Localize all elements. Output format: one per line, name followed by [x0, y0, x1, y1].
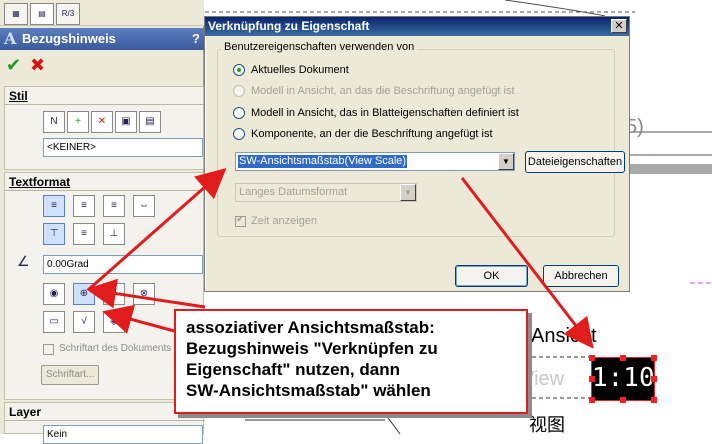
align-right-icon[interactable]: ≡ [103, 195, 125, 217]
selection-handle[interactable] [589, 397, 595, 403]
dialog-title-bar[interactable]: Verknüpfung zu Eigenschaft ✕ [205, 17, 629, 36]
file-properties-button[interactable]: Dateieigenschaften [525, 151, 625, 173]
style-select[interactable]: <KEINER> [43, 138, 203, 157]
dialog-close-button[interactable]: ✕ [611, 19, 627, 33]
manager-tabstrip: ▦ ▤ R/3 [0, 0, 204, 26]
ok-button[interactable]: OK [455, 265, 528, 287]
doc-font-checkbox[interactable] [43, 344, 54, 355]
font-button[interactable]: Schriftart... [41, 365, 100, 385]
fit-text-icon[interactable]: ⇔ [133, 195, 155, 217]
lock-note-icon[interactable]: ⊗ [133, 283, 155, 305]
radio-attached-model[interactable] [233, 85, 245, 97]
selection-handle[interactable] [620, 397, 626, 403]
pm-title: Bezugshinweis [22, 31, 116, 46]
stil-group: Stil N + ✕ ▣ ▤ <KEINER> [4, 86, 205, 170]
pm-header: A Bezugshinweis ? [0, 28, 204, 50]
align-left-icon[interactable]: ≡ [43, 195, 65, 217]
date-format-select[interactable]: Langes Datumsformat ▼ [235, 183, 417, 202]
radio-current-document[interactable] [233, 64, 245, 76]
style-new-icon[interactable]: N [43, 111, 65, 133]
valign-top-icon[interactable]: ⊤ [43, 223, 65, 245]
radio-attached-model-label[interactable]: Modell in Ansicht, an das die Beschriftu… [251, 85, 515, 97]
radio-component[interactable] [233, 128, 245, 140]
selection-handle[interactable] [651, 355, 657, 361]
tab-configuration-label: R/3 [61, 9, 75, 18]
radio-sheet-model[interactable] [233, 107, 245, 119]
angle-icon: ∠ [17, 253, 30, 269]
dialog-title: Verknüpfung zu Eigenschaft [208, 19, 370, 33]
radio-current-document-label[interactable]: Aktuelles Dokument [251, 64, 349, 76]
help-icon[interactable]: ? [192, 28, 200, 50]
chevron-down-icon[interactable]: ▼ [498, 153, 514, 170]
style-delete-icon[interactable]: ✕ [91, 111, 113, 133]
style-add-icon[interactable]: + [67, 111, 89, 133]
callout-line: Eigenschaft" nutzen, dann [186, 360, 400, 379]
checkmark-icon: ✔ [236, 214, 245, 225]
date-format-value: Langes Datumsformat [239, 186, 348, 198]
selection-handle[interactable] [651, 397, 657, 403]
ok-check-icon[interactable]: ✔ [6, 55, 21, 76]
note-a-icon: A [4, 29, 17, 48]
link-to-property-icon[interactable]: ⊕ [73, 283, 95, 305]
add-symbol-icon[interactable]: + [103, 283, 125, 305]
show-time-label: Zeit anzeigen [251, 215, 318, 227]
annotation-callout: assoziativer Ansichtsmaßstab: Bezugshinw… [174, 309, 528, 414]
link-to-property-dialog: Verknüpfung zu Eigenschaft ✕ Benutzereig… [204, 16, 630, 292]
style-load-icon[interactable]: ▤ [139, 111, 161, 133]
layer-select[interactable]: Kein [43, 425, 203, 444]
callout-line: SW-Ansichtsmaßstab" wählen [186, 381, 431, 400]
view-label-text: Ansicht [531, 325, 597, 347]
properties-source-group [217, 49, 615, 237]
textformat-header[interactable]: Textformat [5, 173, 205, 191]
stil-header[interactable]: Stil [5, 87, 205, 105]
properties-source-label: Benutzereigenschaften verwenden von [221, 41, 418, 53]
cancel-button[interactable]: Abbrechen [543, 265, 619, 287]
callout-line: assoziativer Ansichtsmaßstab: [186, 318, 435, 337]
selection-handle[interactable] [620, 355, 626, 361]
weld-symbol-icon[interactable]: ◈ [103, 311, 125, 333]
tab-feature-tree[interactable]: ▦ [4, 3, 28, 25]
tab-property-manager[interactable]: ▤ [30, 3, 54, 25]
selection-handle[interactable] [589, 355, 595, 361]
callout-line: Bezugshinweis "Verknüpfen zu [186, 339, 438, 358]
view-scale-field[interactable]: 1:10 [591, 357, 655, 401]
tab-configuration[interactable]: R/3 [56, 3, 80, 25]
angle-input[interactable]: 0.00Grad [43, 255, 203, 274]
style-save-icon[interactable]: ▣ [115, 111, 137, 133]
radio-sheet-model-label[interactable]: Modell in Ansicht, das in Blatteigenscha… [251, 107, 519, 119]
property-select[interactable]: SW-Ansichtsmaßstab(View Scale) ▼ [235, 152, 515, 171]
surface-finish-icon[interactable]: √ [73, 311, 95, 333]
chinese-view-label: 视图 [529, 415, 565, 435]
selection-handle[interactable] [589, 376, 595, 382]
property-select-value: SW-Ansichtsmaßstab(View Scale) [236, 154, 409, 169]
doc-font-label: Schriftart des Dokuments [59, 343, 172, 354]
feature-tree-icon: ▦ [12, 9, 20, 18]
align-center-icon[interactable]: ≡ [73, 195, 95, 217]
show-time-checkbox[interactable]: ✔ [235, 214, 246, 227]
radio-component-label[interactable]: Komponente, an der die Beschriftung ange… [251, 128, 493, 140]
valign-bottom-icon[interactable]: ⊥ [103, 223, 125, 245]
selection-handle[interactable] [651, 376, 657, 382]
valign-middle-icon[interactable]: ≡ [73, 223, 95, 245]
cancel-x-icon[interactable]: ✖ [30, 55, 45, 76]
insert-hyperlink-icon[interactable]: ◉ [43, 283, 65, 305]
property-manager-icon: ▤ [38, 9, 46, 18]
chevron-down-icon[interactable]: ▼ [400, 184, 416, 201]
geometric-tolerance-icon[interactable]: ▭ [43, 311, 65, 333]
